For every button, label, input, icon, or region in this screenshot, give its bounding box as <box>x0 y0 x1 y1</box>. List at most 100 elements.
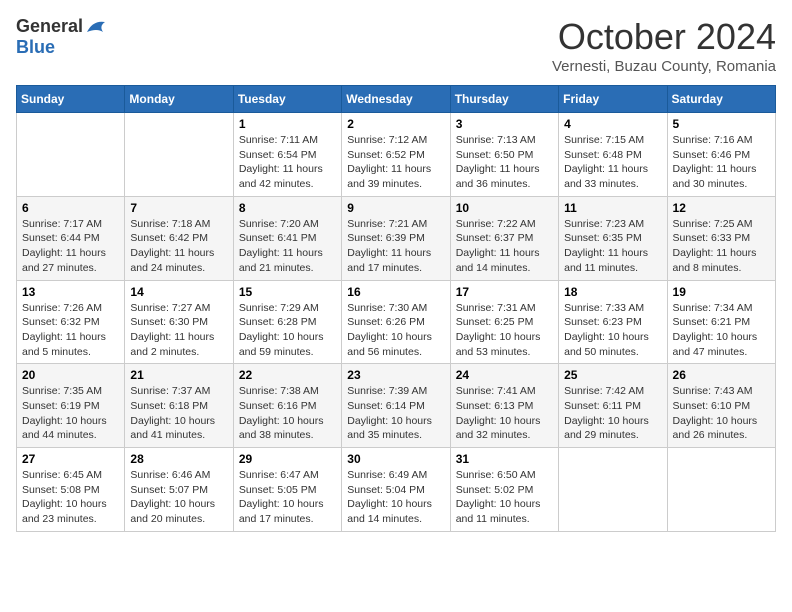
day-number: 8 <box>239 201 336 215</box>
day-number: 9 <box>347 201 444 215</box>
day-number: 21 <box>130 368 227 382</box>
calendar-week-row: 20 Sunrise: 7:35 AMSunset: 6:19 PMDayligh… <box>17 364 776 448</box>
day-info: Sunrise: 6:49 AMSunset: 5:04 PMDaylight:… <box>347 468 444 527</box>
calendar-cell <box>17 113 125 197</box>
day-info: Sunrise: 7:17 AMSunset: 6:44 PMDaylight:… <box>22 217 119 276</box>
page-header: General Blue October 2024 Vernesti, Buza… <box>16 16 776 75</box>
day-number: 11 <box>564 201 661 215</box>
day-number: 20 <box>22 368 119 382</box>
calendar-week-row: 6 Sunrise: 7:17 AMSunset: 6:44 PMDaylight… <box>17 196 776 280</box>
calendar-cell: 9 Sunrise: 7:21 AMSunset: 6:39 PMDaylight… <box>342 196 450 280</box>
calendar-cell: 3Sunrise: 7:13 AMSunset: 6:50 PMDaylight… <box>450 113 558 197</box>
logo-general-text: General <box>16 16 83 37</box>
day-number: 28 <box>130 452 227 466</box>
calendar-cell: 21 Sunrise: 7:37 AMSunset: 6:18 PMDayligh… <box>125 364 233 448</box>
day-number: 27 <box>22 452 119 466</box>
day-info: Sunrise: 7:27 AMSunset: 6:30 PMDaylight:… <box>130 301 227 360</box>
calendar-cell: 29 Sunrise: 6:47 AMSunset: 5:05 PMDayligh… <box>233 448 341 532</box>
logo: General Blue <box>16 16 107 58</box>
calendar-cell: 30 Sunrise: 6:49 AMSunset: 5:04 PMDayligh… <box>342 448 450 532</box>
calendar-cell <box>559 448 667 532</box>
day-info: Sunrise: 6:50 AMSunset: 5:02 PMDaylight:… <box>456 468 553 527</box>
day-number: 4 <box>564 117 661 131</box>
calendar-cell: 24 Sunrise: 7:41 AMSunset: 6:13 PMDayligh… <box>450 364 558 448</box>
calendar-cell: 15Sunrise: 7:29 AMSunset: 6:28 PMDayligh… <box>233 280 341 364</box>
month-title: October 2024 <box>552 16 776 58</box>
day-number: 17 <box>456 285 553 299</box>
day-number: 16 <box>347 285 444 299</box>
weekday-header: Saturday <box>667 86 775 113</box>
day-number: 10 <box>456 201 553 215</box>
day-info: Sunrise: 7:23 AMSunset: 6:35 PMDaylight:… <box>564 217 661 276</box>
weekday-header: Thursday <box>450 86 558 113</box>
day-number: 26 <box>673 368 770 382</box>
location-title: Vernesti, Buzau County, Romania <box>552 58 776 75</box>
calendar-cell: 12Sunrise: 7:25 AMSunset: 6:33 PMDayligh… <box>667 196 775 280</box>
logo-blue-text: Blue <box>16 37 55 58</box>
day-info: Sunrise: 6:47 AMSunset: 5:05 PMDaylight:… <box>239 468 336 527</box>
day-info: Sunrise: 7:15 AMSunset: 6:48 PMDaylight:… <box>564 133 661 192</box>
day-number: 22 <box>239 368 336 382</box>
calendar-cell: 4 Sunrise: 7:15 AMSunset: 6:48 PMDaylight… <box>559 113 667 197</box>
day-number: 14 <box>130 285 227 299</box>
calendar-cell: 13 Sunrise: 7:26 AMSunset: 6:32 PMDayligh… <box>17 280 125 364</box>
day-number: 5 <box>673 117 770 131</box>
calendar-cell: 16Sunrise: 7:30 AMSunset: 6:26 PMDayligh… <box>342 280 450 364</box>
calendar-cell: 27 Sunrise: 6:45 AMSunset: 5:08 PMDayligh… <box>17 448 125 532</box>
calendar-cell: 7 Sunrise: 7:18 AMSunset: 6:42 PMDaylight… <box>125 196 233 280</box>
day-number: 15 <box>239 285 336 299</box>
calendar-cell: 31 Sunrise: 6:50 AMSunset: 5:02 PMDayligh… <box>450 448 558 532</box>
day-number: 23 <box>347 368 444 382</box>
day-number: 7 <box>130 201 227 215</box>
day-number: 1 <box>239 117 336 131</box>
day-number: 30 <box>347 452 444 466</box>
calendar-table: SundayMondayTuesdayWednesdayThursdayFrid… <box>16 85 776 532</box>
day-info: Sunrise: 7:13 AMSunset: 6:50 PMDaylight:… <box>456 133 553 192</box>
calendar-cell: 22 Sunrise: 7:38 AMSunset: 6:16 PMDayligh… <box>233 364 341 448</box>
day-number: 18 <box>564 285 661 299</box>
day-number: 13 <box>22 285 119 299</box>
calendar-week-row: 27 Sunrise: 6:45 AMSunset: 5:08 PMDayligh… <box>17 448 776 532</box>
calendar-cell: 28 Sunrise: 6:46 AMSunset: 5:07 PMDayligh… <box>125 448 233 532</box>
day-info: Sunrise: 6:46 AMSunset: 5:07 PMDaylight:… <box>130 468 227 527</box>
day-number: 19 <box>673 285 770 299</box>
calendar-cell <box>125 113 233 197</box>
calendar-cell: 23Sunrise: 7:39 AMSunset: 6:14 PMDayligh… <box>342 364 450 448</box>
day-number: 31 <box>456 452 553 466</box>
day-number: 2 <box>347 117 444 131</box>
calendar-cell: 19 Sunrise: 7:34 AMSunset: 6:21 PMDayligh… <box>667 280 775 364</box>
calendar-week-row: 1 Sunrise: 7:11 AMSunset: 6:54 PMDaylight… <box>17 113 776 197</box>
calendar-cell: 26 Sunrise: 7:43 AMSunset: 6:10 PMDayligh… <box>667 364 775 448</box>
day-info: Sunrise: 7:43 AMSunset: 6:10 PMDaylight:… <box>673 384 770 443</box>
calendar-cell: 2Sunrise: 7:12 AMSunset: 6:52 PMDaylight… <box>342 113 450 197</box>
day-info: Sunrise: 7:11 AMSunset: 6:54 PMDaylight:… <box>239 133 336 192</box>
weekday-header: Sunday <box>17 86 125 113</box>
day-info: Sunrise: 7:35 AMSunset: 6:19 PMDaylight:… <box>22 384 119 443</box>
day-info: Sunrise: 7:21 AMSunset: 6:39 PMDaylight:… <box>347 217 444 276</box>
calendar-week-row: 13 Sunrise: 7:26 AMSunset: 6:32 PMDayligh… <box>17 280 776 364</box>
weekday-header: Tuesday <box>233 86 341 113</box>
calendar-cell: 18 Sunrise: 7:33 AMSunset: 6:23 PMDayligh… <box>559 280 667 364</box>
day-number: 24 <box>456 368 553 382</box>
weekday-header: Wednesday <box>342 86 450 113</box>
day-number: 6 <box>22 201 119 215</box>
day-info: Sunrise: 6:45 AMSunset: 5:08 PMDaylight:… <box>22 468 119 527</box>
day-info: Sunrise: 7:34 AMSunset: 6:21 PMDaylight:… <box>673 301 770 360</box>
weekday-header: Friday <box>559 86 667 113</box>
day-info: Sunrise: 7:26 AMSunset: 6:32 PMDaylight:… <box>22 301 119 360</box>
day-info: Sunrise: 7:18 AMSunset: 6:42 PMDaylight:… <box>130 217 227 276</box>
day-number: 29 <box>239 452 336 466</box>
day-info: Sunrise: 7:33 AMSunset: 6:23 PMDaylight:… <box>564 301 661 360</box>
logo-bird-icon <box>85 18 107 36</box>
calendar-cell <box>667 448 775 532</box>
day-number: 12 <box>673 201 770 215</box>
day-info: Sunrise: 7:37 AMSunset: 6:18 PMDaylight:… <box>130 384 227 443</box>
day-info: Sunrise: 7:22 AMSunset: 6:37 PMDaylight:… <box>456 217 553 276</box>
day-info: Sunrise: 7:41 AMSunset: 6:13 PMDaylight:… <box>456 384 553 443</box>
day-info: Sunrise: 7:31 AMSunset: 6:25 PMDaylight:… <box>456 301 553 360</box>
day-info: Sunrise: 7:42 AMSunset: 6:11 PMDaylight:… <box>564 384 661 443</box>
calendar-cell: 1 Sunrise: 7:11 AMSunset: 6:54 PMDaylight… <box>233 113 341 197</box>
weekday-header: Monday <box>125 86 233 113</box>
day-info: Sunrise: 7:16 AMSunset: 6:46 PMDaylight:… <box>673 133 770 192</box>
day-info: Sunrise: 7:38 AMSunset: 6:16 PMDaylight:… <box>239 384 336 443</box>
